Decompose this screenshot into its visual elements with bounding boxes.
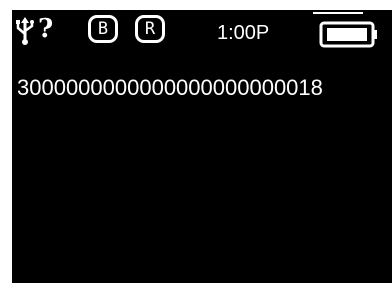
unknown-status-indicator: ? <box>38 14 54 44</box>
status-bar: ? B R 1:00P <box>12 10 392 56</box>
battery-full-icon <box>313 12 377 48</box>
badge-b: B <box>88 15 118 43</box>
device-screen: ? B R 1:00P 3000000000000000000000018 <box>12 10 392 283</box>
badge-r: R <box>135 15 165 43</box>
value-text: 3000000000000000000000018 <box>17 75 323 100</box>
usb-icon <box>16 17 34 45</box>
clock: 1:00P <box>217 22 270 44</box>
